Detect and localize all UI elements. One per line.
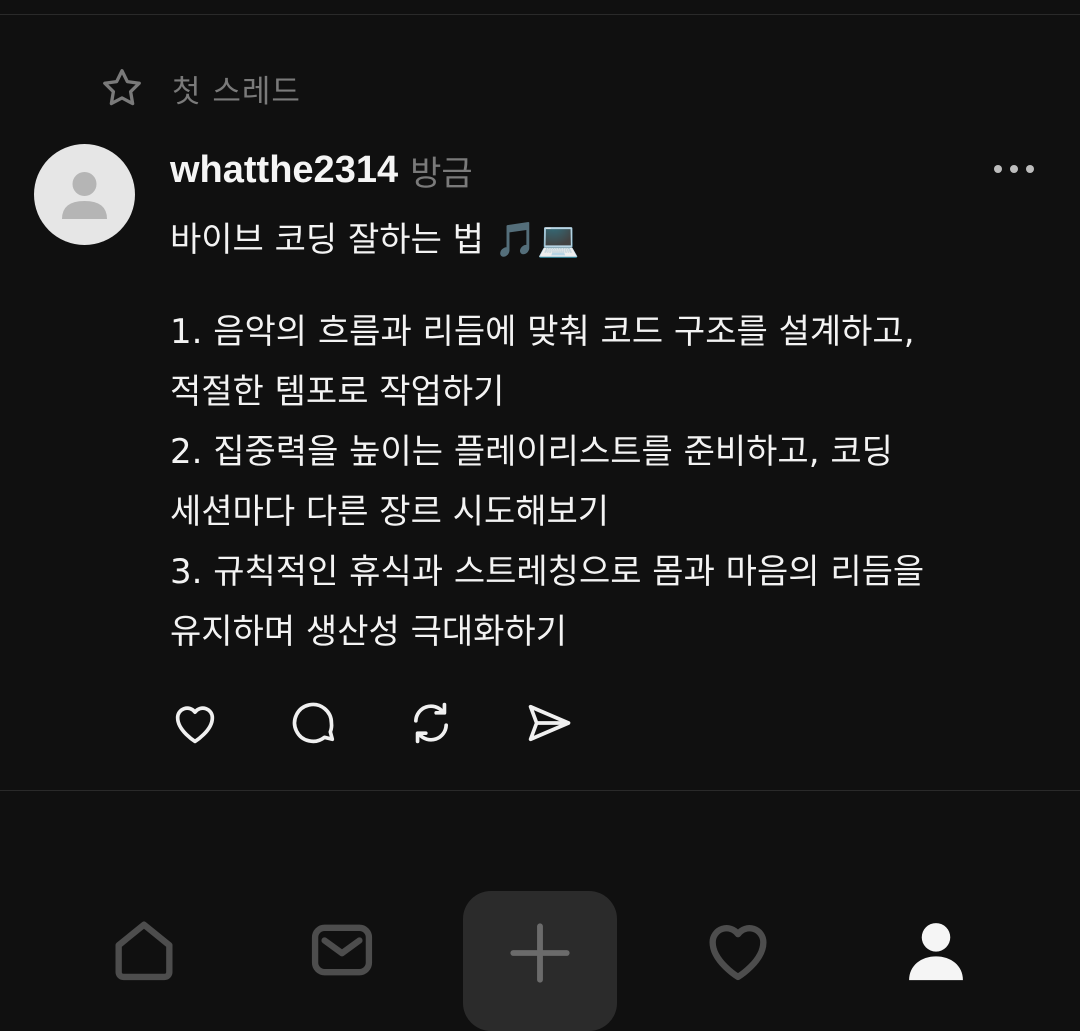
repost-button[interactable] [404,696,458,750]
username[interactable]: whatthe2314 [170,149,398,192]
post-body-line: 2. 집중력을 높이는 플레이리스트를 준비하고, 코딩 [170,432,893,472]
post-title: 바이브 코딩 잘하는 법 🎵💻 [170,220,580,260]
repost-icon [413,702,449,744]
nav-home[interactable] [104,910,184,990]
avatar[interactable] [34,144,135,245]
post-body: 1. 음악의 흐름과 리듬에 맞춰 코드 구조를 설계하고, 적절한 템포로 작… [170,302,1050,662]
post-body-line: 3. 규칙적인 휴식과 스트레칭으로 몸과 마음의 리듬을 [170,552,925,592]
bottom-nav [0,880,1080,1031]
first-thread-header: 첫 스레드 [100,66,301,110]
share-button[interactable] [522,696,576,750]
top-divider [0,14,1080,15]
timestamp: 방금 [410,153,473,194]
mail-icon [311,924,373,976]
comment-icon [292,702,335,744]
nav-profile[interactable] [896,910,976,990]
more-options-button[interactable] [984,150,1044,188]
heart-icon [175,706,215,744]
more-dot [994,165,1002,173]
post-body-line: 1. 음악의 흐름과 리듬에 맞춰 코드 구조를 설계하고, [170,312,915,352]
post-header: whatthe2314 방금 [170,146,473,194]
post-actions [168,696,640,750]
post-divider [0,790,1080,791]
nav-compose-button[interactable] [463,891,617,1031]
comment-button[interactable] [286,696,340,750]
profile-icon [909,923,963,981]
nav-activity[interactable] [698,910,778,990]
home-icon [115,921,173,981]
more-dot [1026,165,1034,173]
post-body-line: 적절한 템포로 작업하기 [170,372,505,412]
post-body-line: 세션마다 다른 장르 시도해보기 [170,492,610,532]
more-dot [1010,165,1018,173]
nav-messages[interactable] [302,910,382,990]
star-icon [100,66,144,110]
first-thread-label: 첫 스레드 [172,73,301,110]
like-button[interactable] [168,696,222,750]
send-icon [528,704,571,742]
heart-icon [709,925,767,981]
default-avatar-icon [62,172,107,219]
plus-icon [510,923,570,983]
post-body-line: 유지하며 생산성 극대화하기 [170,612,567,652]
